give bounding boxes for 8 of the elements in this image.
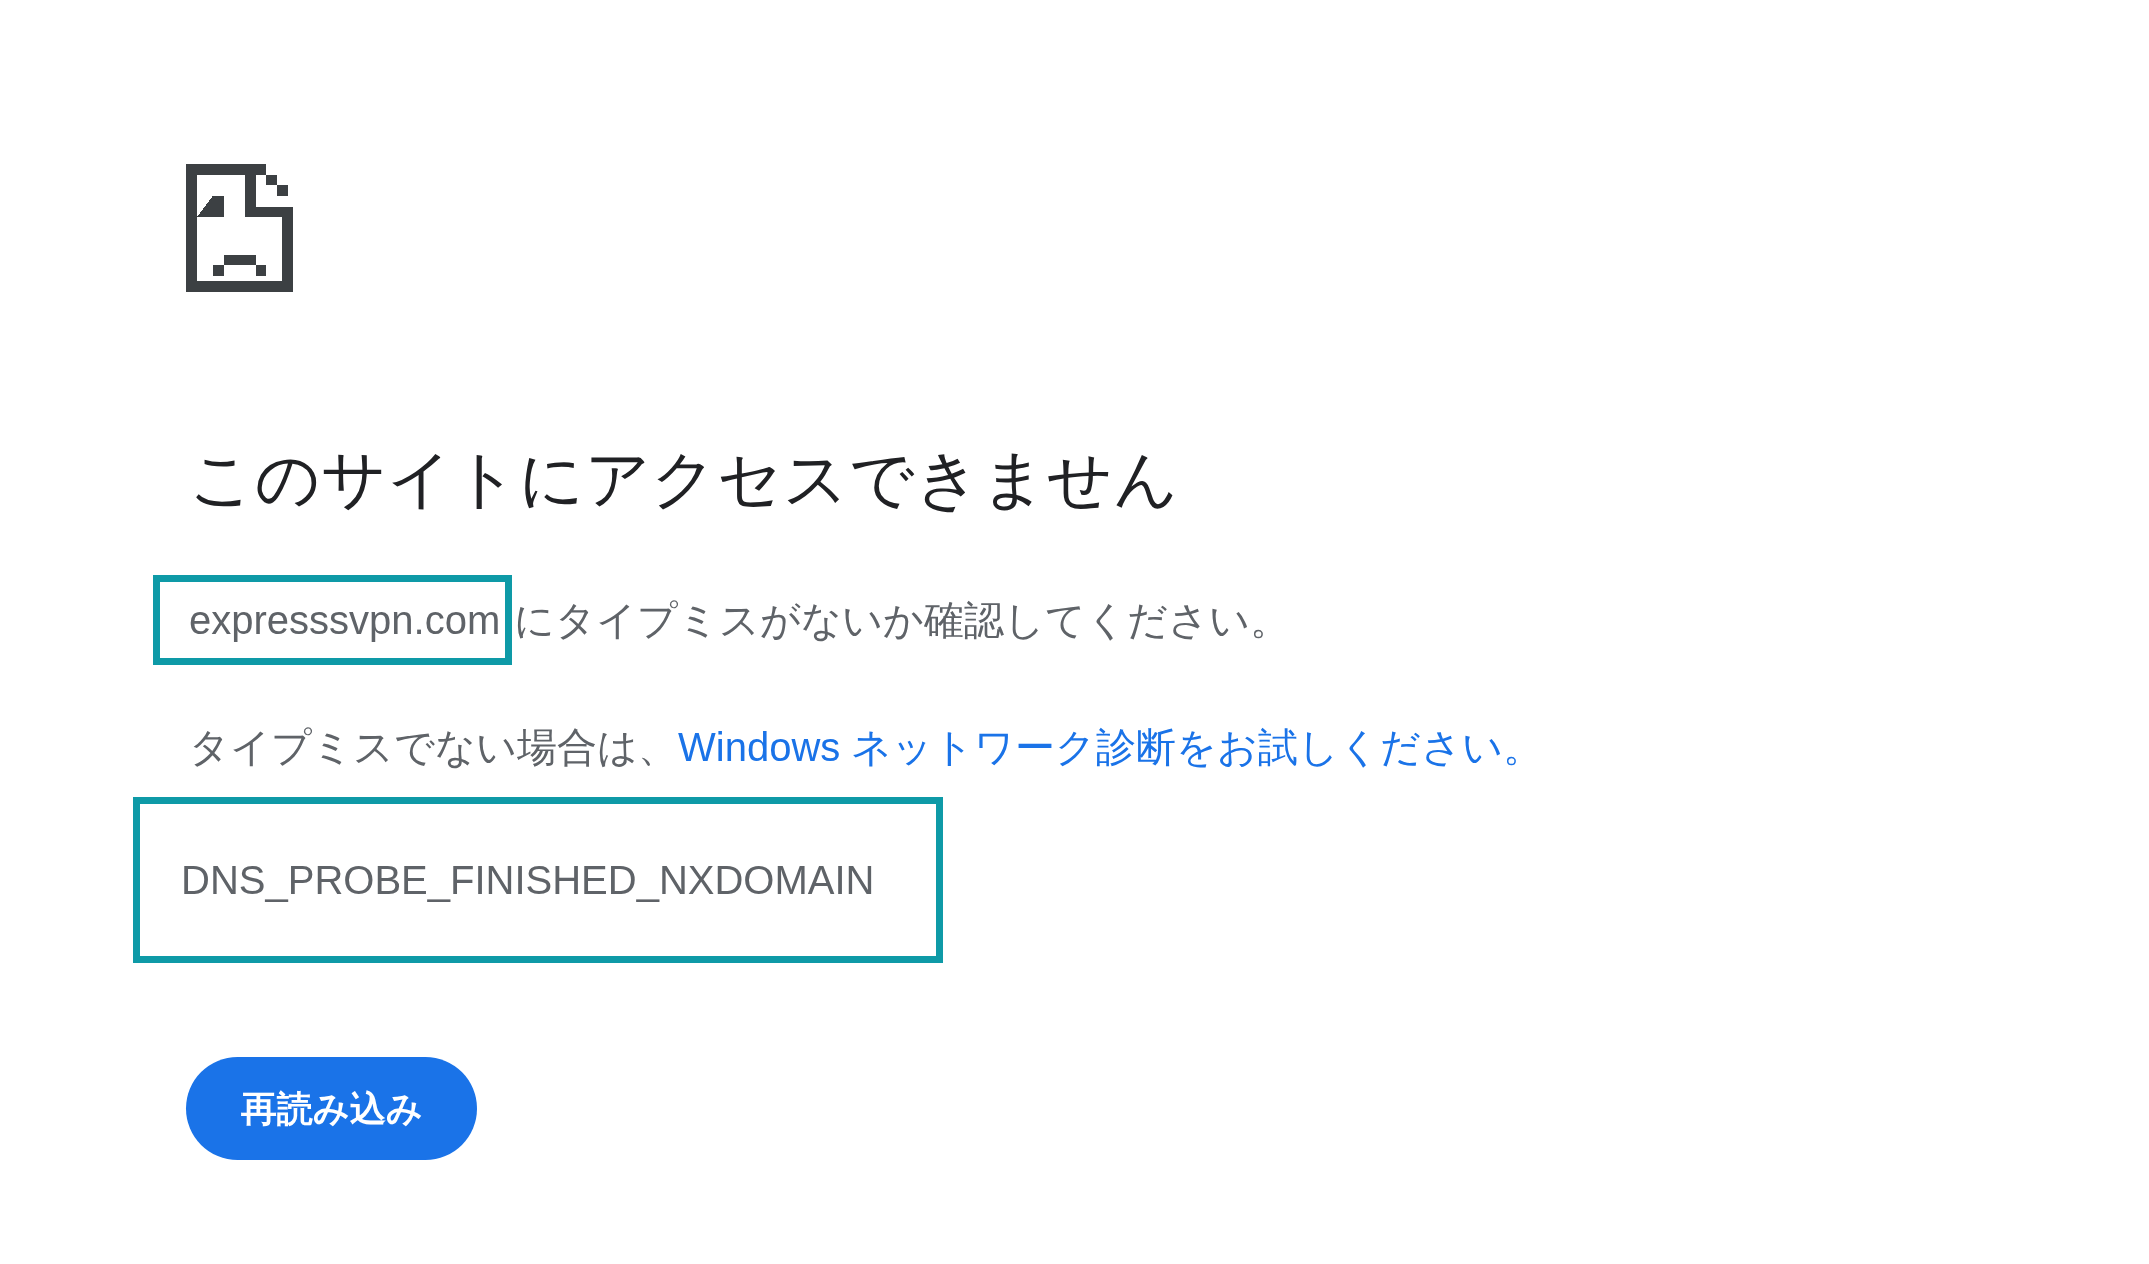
error-heading: このサイトにアクセスできません (189, 447, 1180, 511)
domain-name: expresssvpn.com (153, 575, 513, 665)
network-diagnostics-link[interactable]: Windows ネットワーク診断をお試しください。 (678, 717, 1544, 777)
suggestion-text: タイプミスでない場合は、 (189, 724, 678, 771)
check-typo-text: にタイプミスがないか確認してください。 (514, 597, 1291, 644)
reload-button[interactable]: 再読み込み (186, 1057, 477, 1160)
sad-page-icon (186, 164, 293, 292)
error-code: DNS_PROBE_FINISHED_NXDOMAIN (181, 857, 875, 904)
